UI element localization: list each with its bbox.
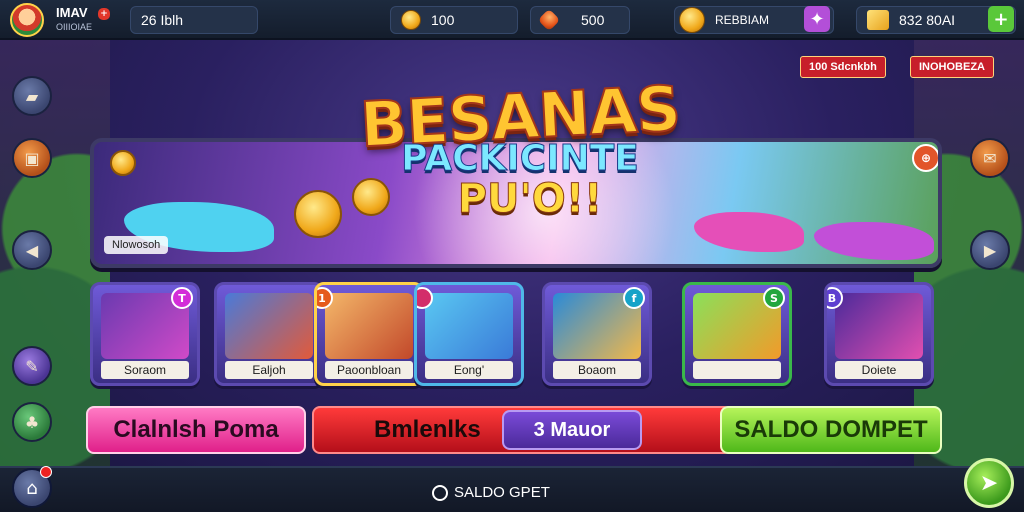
tile-name: Boaom [553, 361, 641, 379]
tile-name: Soraom [101, 361, 189, 379]
next-banner-button[interactable]: ▶ [970, 230, 1010, 270]
side-tools-button[interactable]: ✎ [12, 346, 52, 386]
player-alert-icon[interactable]: + [98, 8, 110, 20]
coins-value: 100 [431, 12, 455, 28]
game-subtitle-2: PU'O!! [457, 176, 603, 223]
shop-icon: ✉ [983, 148, 997, 168]
tile-name: Paoonbloan [325, 361, 413, 379]
chevron-left-icon: ◀ [25, 240, 39, 260]
saldo-dompet-button[interactable]: SALDO DOMPET [720, 406, 942, 454]
bottom-label[interactable]: SALDO GPET [432, 484, 550, 501]
coin-stack-icon [679, 7, 705, 33]
tile-badge: S [763, 287, 785, 309]
game-tile[interactable]: Eong' [414, 282, 524, 386]
pink-slide-art [694, 212, 804, 252]
add-currency-button[interactable]: + [988, 6, 1014, 32]
gold-box-icon [867, 10, 889, 30]
wallet-icon [432, 484, 448, 501]
level-pill[interactable]: 26 Iblh [130, 6, 258, 34]
game-tile[interactable]: 1 Paoonbloan [314, 282, 424, 386]
play-button[interactable]: ➤ [964, 458, 1014, 508]
bottom-bar: SALDO GPET [0, 466, 1024, 512]
banner-tag-right: INOHOBEZA [910, 56, 994, 78]
tile-art [835, 293, 923, 359]
tile-badge: T [171, 287, 193, 309]
gems-value: 500 [581, 12, 605, 28]
bag-icon: ▣ [24, 148, 40, 168]
side-friends-button[interactable]: ♣ [12, 402, 52, 442]
tile-art [425, 293, 513, 359]
game-tiles: T Soraom Ealjoh 1 Paoonbloan Eong' f Boa… [90, 282, 942, 388]
banner-caption: Nlowosoh [104, 236, 169, 254]
tile-art [325, 293, 413, 359]
coins-pill[interactable]: 100 [390, 6, 518, 34]
tile-art [225, 293, 313, 359]
banner-tag-left: 100 Sdcnkbh [800, 56, 886, 78]
map-icon: ▰ [25, 86, 39, 106]
tile-name: Eong' [425, 361, 513, 379]
player-name: IMAV [56, 5, 88, 20]
side-map-button[interactable]: ▰ [12, 76, 52, 116]
prev-banner-button[interactable]: ◀ [12, 230, 52, 270]
chest-value: 832 80AI [899, 12, 956, 28]
tile-name [693, 361, 781, 379]
side-inventory-button[interactable]: ▣ [12, 138, 52, 178]
tile-name: Ealjoh [225, 361, 313, 379]
game-tile[interactable]: B Doiete [824, 282, 934, 386]
tile-name: Doiete [835, 361, 923, 379]
level-text: 26 Iblh [141, 12, 184, 28]
tile-badge: f [623, 287, 645, 309]
game-tile[interactable]: T Soraom [90, 282, 200, 386]
coin-icon [352, 178, 390, 216]
bottom-label-text: SALDO GPET [454, 484, 550, 501]
arrow-right-icon: ➤ [979, 470, 999, 496]
game-subtitle: PACKICINTE [401, 138, 640, 180]
chevron-right-icon: ▶ [983, 240, 997, 260]
action-row: Clalnlsh Poma Bmlenlks 3 Mauor SALDO DOM… [86, 406, 944, 458]
purple-slide-art [814, 222, 934, 260]
coin-icon [401, 10, 421, 30]
side-shop-button[interactable]: ✉ [970, 138, 1010, 178]
coin-icon [110, 150, 136, 176]
coin-icon [294, 190, 342, 238]
mission-button[interactable]: 3 Mauor [502, 410, 642, 450]
home-icon: ⌂ [26, 477, 38, 499]
gems-pill[interactable]: 500 [530, 6, 630, 34]
player-subtitle: OIIIOIAE [56, 22, 93, 32]
top-bar: IMAV OIIIOIAE + 26 Iblh 100 500 REBBIAM … [0, 0, 1024, 40]
offer-label: REBBIAM [715, 13, 770, 27]
tool-icon: ✎ [25, 356, 39, 376]
banner-info-button[interactable]: ⊕ [912, 144, 938, 172]
claim-bonus-button[interactable]: Clalnlsh Poma [86, 406, 306, 454]
notification-dot [40, 466, 52, 478]
game-tile[interactable]: Ealjoh [214, 282, 324, 386]
avatar[interactable] [10, 3, 44, 37]
offer-plus-button[interactable]: ✦ [804, 6, 830, 32]
game-tile[interactable]: f Boaom [542, 282, 652, 386]
game-tile[interactable]: S [682, 282, 792, 386]
leaf-icon: ♣ [24, 412, 40, 432]
